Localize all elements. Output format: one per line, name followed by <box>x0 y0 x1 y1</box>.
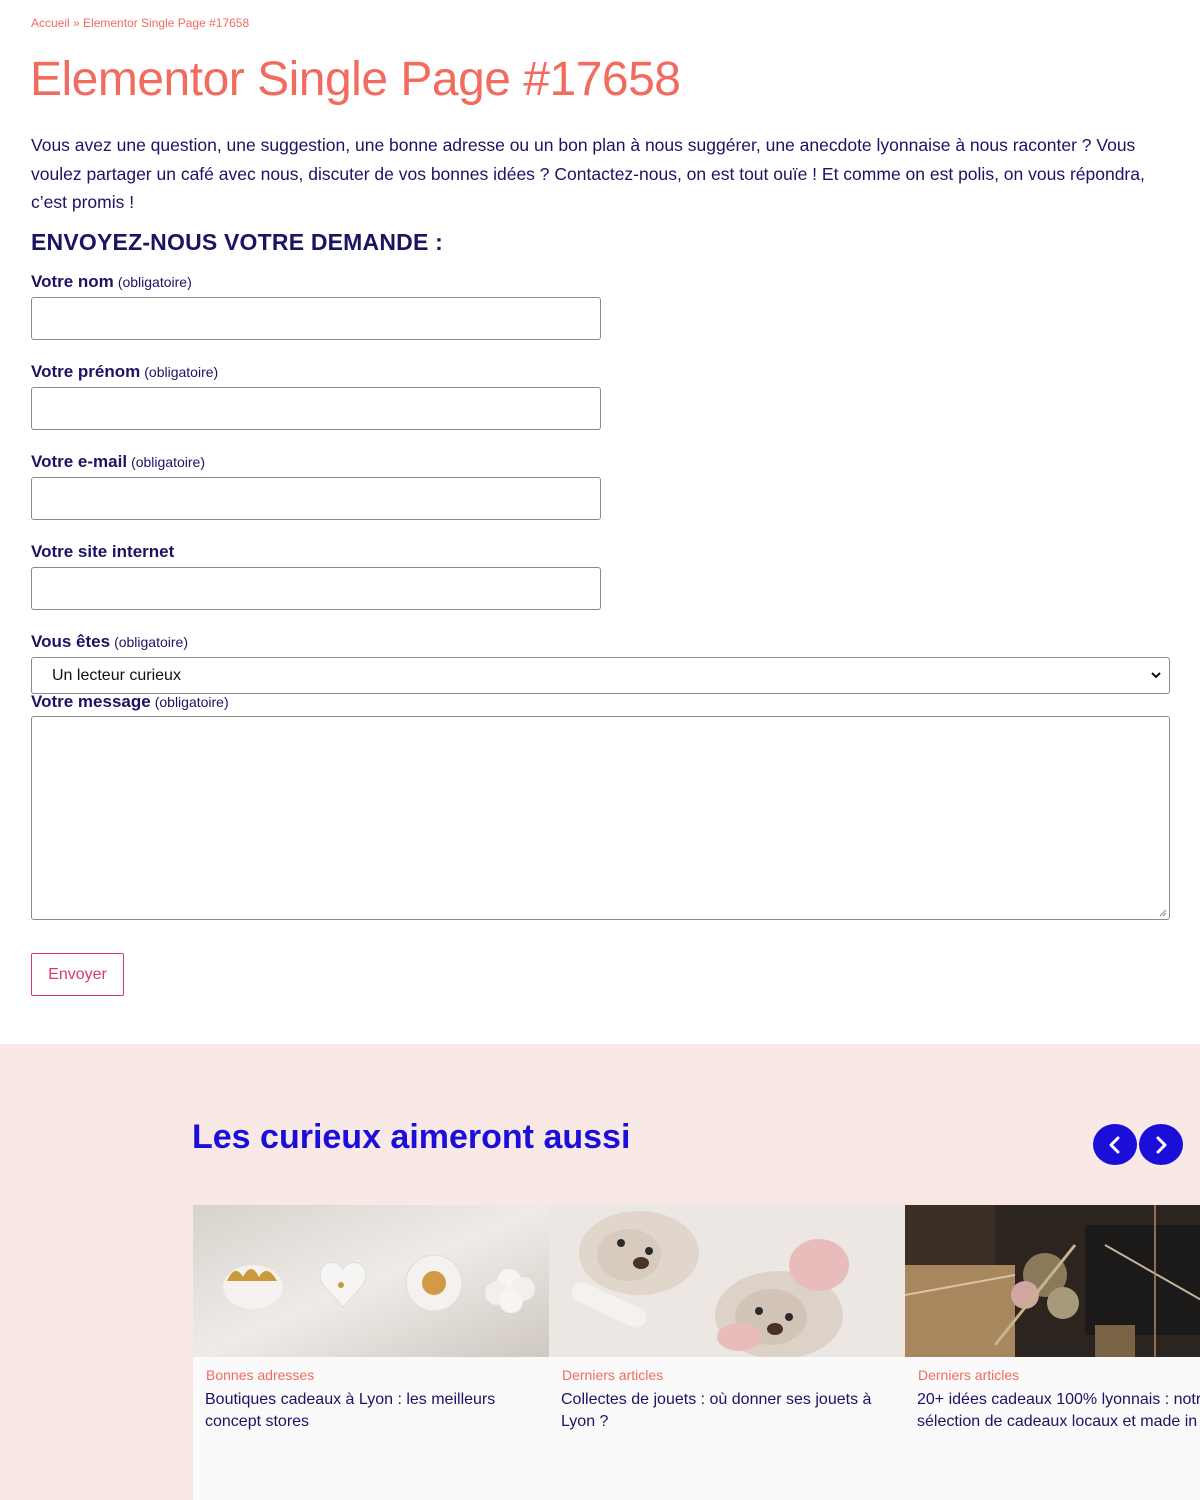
card-title[interactable]: Boutiques cadeaux à Lyon : les meilleurs… <box>205 1389 535 1433</box>
email-label-text: Votre e-mail <box>31 452 128 471</box>
required-note: (obligatoire) <box>131 454 205 470</box>
card-image-gifts[interactable] <box>905 1205 1200 1357</box>
card-category[interactable]: Derniers articles <box>918 1367 1019 1383</box>
page-title: Elementor Single Page #17658 <box>30 53 681 106</box>
website-label: Votre site internet <box>31 542 174 562</box>
firstname-label: Votre prénom (obligatoire) <box>31 362 218 382</box>
chevron-right-icon <box>1156 1136 1167 1153</box>
role-label-text: Vous êtes <box>31 632 111 651</box>
carousel-next-button[interactable] <box>1139 1124 1183 1165</box>
required-note: (obligatoire) <box>114 634 188 650</box>
card-category[interactable]: Derniers articles <box>562 1367 663 1383</box>
email-label: Votre e-mail (obligatoire) <box>31 452 205 472</box>
role-select[interactable]: Un lecteur curieux <box>31 657 1170 694</box>
required-note: (obligatoire) <box>144 364 219 380</box>
related-card[interactable]: Derniers articles Collectes de jouets : … <box>549 1205 905 1500</box>
message-label: Votre message (obligatoire) <box>31 692 229 712</box>
related-card[interactable]: Bonnes adresses Boutiques cadeaux à Lyon… <box>193 1205 549 1500</box>
resize-grip-icon[interactable] <box>1159 909 1167 917</box>
firstname-input[interactable] <box>31 387 601 430</box>
breadcrumb-separator: » <box>69 16 84 30</box>
website-label-text: Votre site internet <box>31 542 175 561</box>
related-section: Les curieux aimeront aussi Bonnes adress… <box>0 1044 1200 1500</box>
chevron-down-icon <box>1151 672 1161 679</box>
email-input[interactable] <box>31 477 601 520</box>
name-input[interactable] <box>31 297 601 340</box>
breadcrumb: Accueil » Elementor Single Page #17658 <box>31 16 249 30</box>
card-title[interactable]: Collectes de jouets : où donner ses joue… <box>561 1389 891 1433</box>
submit-button[interactable]: Envoyer <box>31 953 124 996</box>
card-title[interactable]: 20+ idées cadeaux 100% lyonnais : notre … <box>917 1389 1200 1433</box>
firstname-label-text: Votre prénom <box>31 362 141 381</box>
name-label-text: Votre nom <box>31 272 114 291</box>
form-heading: ENVOYEZ-NOUS VOTRE DEMANDE : <box>31 229 443 255</box>
required-note: (obligatoire) <box>117 274 192 290</box>
message-label-text: Votre message <box>31 692 151 711</box>
card-category[interactable]: Bonnes adresses <box>206 1367 314 1383</box>
role-select-value: Un lecteur curieux <box>52 666 181 684</box>
chevron-left-icon <box>1109 1136 1120 1153</box>
related-carousel: Bonnes adresses Boutiques cadeaux à Lyon… <box>193 1205 1200 1500</box>
name-label: Votre nom (obligatoire) <box>31 272 192 292</box>
card-image-teddy-bears[interactable] <box>549 1205 905 1357</box>
card-image-ceramics[interactable] <box>193 1205 549 1357</box>
required-note: (obligatoire) <box>154 694 229 710</box>
carousel-prev-button[interactable] <box>1093 1124 1137 1165</box>
related-card[interactable]: Derniers articles 20+ idées cadeaux 100%… <box>905 1205 1200 1500</box>
breadcrumb-home-link[interactable]: Accueil <box>31 16 70 30</box>
related-title: Les curieux aimeront aussi <box>192 1118 631 1156</box>
intro-text: Vous avez une question, une suggestion, … <box>31 135 1145 212</box>
message-textarea[interactable] <box>31 716 1170 920</box>
breadcrumb-current: Elementor Single Page #17658 <box>83 16 250 30</box>
role-label: Vous êtes (obligatoire) <box>31 632 188 652</box>
website-input[interactable] <box>31 567 601 610</box>
